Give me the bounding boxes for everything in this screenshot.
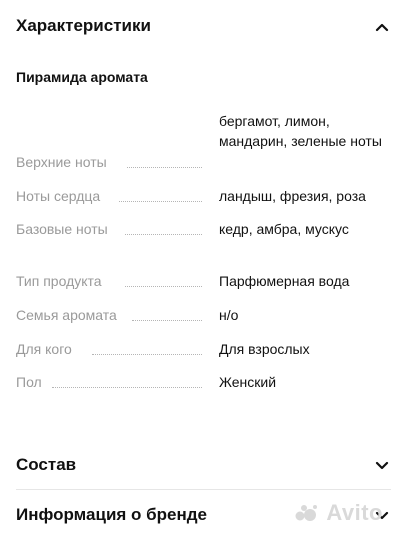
- heart-notes-label: Ноты сердца: [16, 188, 101, 204]
- watermark-text: Avito: [326, 500, 383, 525]
- top-notes-value: бергамот, лимон, мандарин, зеленые ноты: [219, 113, 382, 149]
- leader-dots: [119, 201, 202, 202]
- chevron-up-icon[interactable]: [375, 20, 389, 34]
- brand-info-title: Информация о бренде: [16, 505, 207, 524]
- composition-header[interactable]: Состав: [0, 445, 405, 485]
- leader-dots: [92, 354, 202, 355]
- base-notes-label: Базовые ноты: [16, 221, 108, 237]
- leader-dots: [125, 286, 202, 287]
- for-whom-label: Для кого: [16, 341, 72, 357]
- aroma-pyramid-title: Пирамида аромата: [16, 69, 148, 85]
- chevron-down-icon[interactable]: [375, 459, 389, 473]
- product-type-label: Тип продукта: [16, 273, 102, 289]
- leader-dots: [132, 320, 202, 321]
- composition-title: Состав: [16, 455, 77, 474]
- leader-dots: [52, 387, 202, 388]
- product-type-value: Парфюмерная вода: [219, 273, 350, 289]
- heart-notes-value: ландыш, фрезия, роза: [219, 188, 366, 204]
- section-divider: [16, 489, 391, 490]
- aroma-family-value: н/о: [219, 307, 239, 323]
- for-whom-value: Для взрослых: [219, 341, 310, 357]
- aroma-family-label: Семья аромата: [16, 307, 117, 323]
- base-notes-value: кедр, амбра, мускус: [219, 221, 349, 237]
- leader-dots: [125, 234, 202, 235]
- gender-label: Пол: [16, 374, 42, 390]
- leader-dots: [127, 167, 202, 168]
- characteristics-header[interactable]: Характеристики: [0, 7, 405, 47]
- top-notes-label: Верхние ноты: [16, 154, 107, 170]
- characteristics-title: Характеристики: [16, 16, 151, 35]
- avito-watermark: Avito: [295, 500, 383, 526]
- avito-logo-icon: [295, 505, 317, 521]
- gender-value: Женский: [219, 374, 277, 390]
